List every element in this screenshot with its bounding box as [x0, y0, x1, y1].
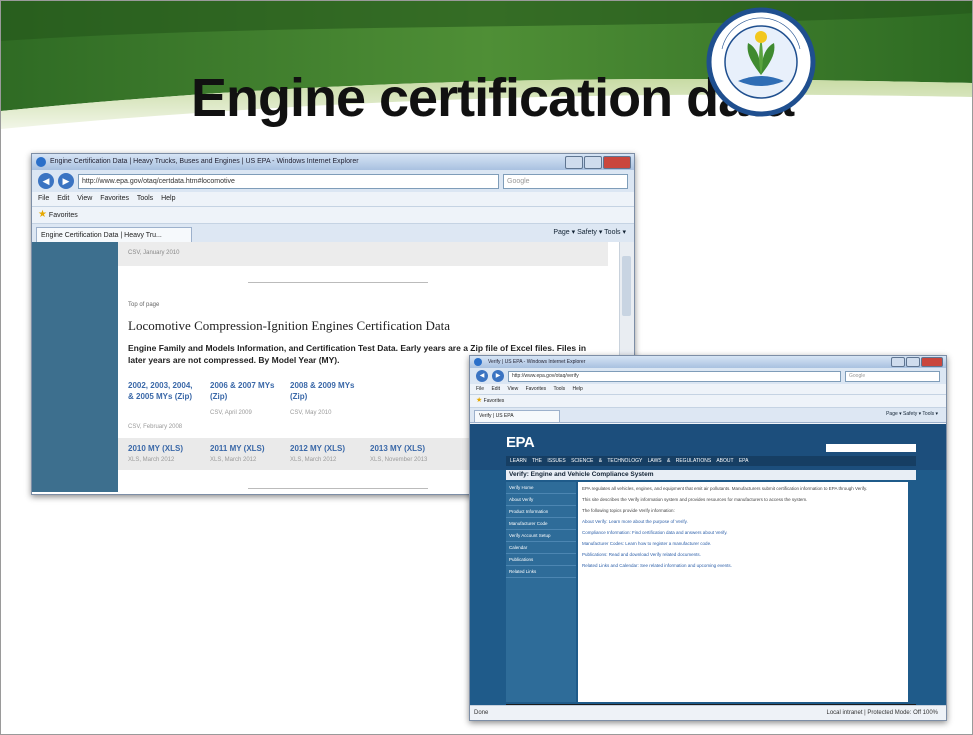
favorites-star-icon[interactable]: ★: [476, 397, 482, 404]
year-link[interactable]: 2010 MY (XLS): [128, 443, 183, 454]
left-nav-item[interactable]: Related Links: [506, 566, 576, 578]
epa-seal-icon: [706, 7, 816, 117]
favorites-bar: ★ Favorites: [32, 207, 634, 224]
ie-icon: [474, 358, 482, 366]
url-input[interactable]: http://www.epa.gov/otaq/certdata.htm#loc…: [78, 173, 499, 189]
paragraph: The following topics provide Verify info…: [582, 508, 675, 513]
left-nav-item[interactable]: Publications: [506, 554, 576, 566]
search-input[interactable]: Google: [845, 370, 940, 382]
window-controls: [891, 357, 943, 367]
epa-left-nav: Verify Home About Verify Product Informa…: [506, 482, 576, 702]
epa-top-nav[interactable]: LEARN THE ISSUES SCIENCE & TECHNOLOGY LA…: [506, 456, 916, 466]
left-nav-item[interactable]: About Verify: [506, 494, 576, 506]
favorites-label[interactable]: Favorites: [484, 398, 505, 404]
command-bar[interactable]: Page ▾ Safety ▾ Tools ▾: [886, 411, 938, 417]
window-title: Engine Certification Data | Heavy Trucks…: [50, 158, 359, 165]
divider: [248, 282, 428, 283]
list-item[interactable]: Manufacturer Codes: Learn how to registe…: [582, 541, 904, 547]
divider: [248, 488, 428, 489]
url-input[interactable]: http://www.epa.gov/otaq/verify: [508, 370, 841, 382]
forward-icon[interactable]: ▶: [58, 173, 74, 189]
back-icon[interactable]: ◀: [38, 173, 54, 189]
menu-bar[interactable]: File Edit View Favorites Tools Help: [32, 192, 634, 207]
year-link[interactable]: 2006 & 2007 MYs (Zip): [210, 380, 280, 402]
section-title: Verify: Engine and Vehicle Compliance Sy…: [506, 470, 916, 480]
window-controls: [565, 156, 631, 169]
maximize-button[interactable]: [584, 156, 602, 169]
list-item[interactable]: Related Links and Calendar: See related …: [582, 563, 904, 569]
year-file-info: XLS, November 2013: [370, 457, 428, 463]
maximize-button[interactable]: [906, 357, 920, 367]
address-bar-row: ◀ ▶ http://www.epa.gov/otaq/verify Googl…: [470, 368, 946, 384]
minimize-button[interactable]: [891, 357, 905, 367]
paragraph: This site describes the Verify informati…: [582, 497, 808, 502]
menu-bar[interactable]: File Edit View Favorites Tools Help: [470, 384, 946, 395]
year-file-info: XLS, March 2012: [128, 457, 175, 463]
ie-icon: [36, 157, 46, 167]
left-nav-item[interactable]: Manufacturer Code: [506, 518, 576, 530]
year-file-info: CSV, April 2009: [210, 410, 252, 416]
previous-row: CSV, January 2010: [118, 242, 608, 266]
favorites-star-icon[interactable]: ★: [38, 209, 47, 220]
left-nav-item[interactable]: Verify Home: [506, 482, 576, 494]
paragraph: EPA regulates all vehicles, engines, and…: [582, 486, 868, 491]
year-link[interactable]: 2008 & 2009 MYs (Zip): [290, 380, 360, 402]
left-nav-item[interactable]: Calendar: [506, 542, 576, 554]
presentation-slide: Engine certification data Engine Certifi…: [0, 0, 973, 735]
year-file-info: CSV, May 2010: [290, 410, 332, 416]
browser-tab[interactable]: Verify | US EPA: [474, 410, 560, 422]
year-file-info: XLS, March 2012: [210, 457, 257, 463]
left-sidebar: [32, 242, 118, 492]
minimize-button[interactable]: [565, 156, 583, 169]
address-bar-row: ◀ ▶ http://www.epa.gov/otaq/certdata.htm…: [32, 170, 634, 192]
window-title-bar: Verify | US EPA - Windows Internet Explo…: [470, 356, 946, 368]
year-link[interactable]: 2012 MY (XLS): [290, 443, 345, 454]
slide-title: Engine certification data: [191, 68, 794, 128]
top-of-page-link[interactable]: Top of page: [128, 302, 159, 308]
close-button[interactable]: [603, 156, 631, 169]
command-bar[interactable]: Page ▾ Safety ▾ Tools ▾: [553, 228, 626, 236]
close-button[interactable]: [921, 357, 943, 367]
year-file-info: XLS, March 2012: [290, 457, 337, 463]
year-file-info: CSV, February 2008: [128, 424, 183, 430]
favorites-bar: ★ Favorites: [470, 395, 946, 408]
list-item[interactable]: About Verify: Learn more about the purpo…: [582, 519, 904, 525]
year-link[interactable]: 2011 MY (XLS): [210, 443, 265, 454]
list-item[interactable]: Publications: Read and download Verify r…: [582, 552, 904, 558]
epa-page: EPA LEARN THE ISSUES SCIENCE & TECHNOLOG…: [470, 424, 946, 720]
left-nav-item[interactable]: Verify Account Setup: [506, 530, 576, 542]
forward-icon[interactable]: ▶: [492, 370, 504, 382]
year-link[interactable]: 2002, 2003, 2004, & 2005 MYs (Zip): [128, 380, 198, 402]
epa-search-input[interactable]: [826, 444, 916, 452]
window-title-bar: Engine Certification Data | Heavy Trucks…: [32, 154, 634, 170]
search-input[interactable]: Google: [503, 173, 628, 189]
browser-window-verify: Verify | US EPA - Windows Internet Explo…: [469, 355, 947, 721]
epa-header: EPA LEARN THE ISSUES SCIENCE & TECHNOLOG…: [470, 424, 946, 470]
favorites-label[interactable]: Favorites: [49, 212, 78, 219]
epa-main-content: EPA regulates all vehicles, engines, and…: [578, 482, 908, 702]
window-title: Verify | US EPA - Windows Internet Explo…: [488, 359, 586, 365]
list-item[interactable]: Compliance Information: Find certificati…: [582, 530, 904, 536]
epa-logo[interactable]: EPA: [506, 434, 535, 451]
scrollbar-thumb[interactable]: [622, 256, 631, 316]
status-text: Done: [474, 710, 489, 716]
left-nav-item[interactable]: Product Information: [506, 506, 576, 518]
year-link[interactable]: 2013 MY (XLS): [370, 443, 425, 454]
section-heading: Locomotive Compression-Ignition Engines …: [128, 318, 451, 333]
status-bar: Done Local intranet | Protected Mode: Of…: [470, 705, 946, 720]
tab-row: Verify | US EPA Page ▾ Safety ▾ Tools ▾: [470, 408, 946, 423]
back-icon[interactable]: ◀: [476, 370, 488, 382]
zone-status: Local intranet | Protected Mode: Off 100…: [826, 710, 938, 716]
